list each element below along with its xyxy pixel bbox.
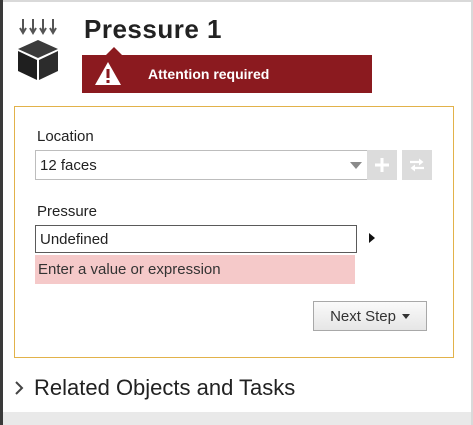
location-select[interactable]: 12 faces [35,150,369,180]
next-step-button[interactable]: Next Step [313,301,427,331]
window-left-border [0,0,3,425]
definition-panel: Location 12 faces Pressure Undefined Ent… [14,106,454,358]
page-title: Pressure 1 [84,14,222,44]
expand-arrow-icon[interactable] [369,233,375,243]
window-top-border [0,0,473,2]
swap-location-button[interactable] [402,150,432,180]
location-label: Location [37,128,94,145]
warning-icon [95,62,121,85]
plus-icon [375,158,389,172]
chevron-down-icon[interactable] [344,151,368,179]
caret-down-icon [401,313,410,319]
pressure-error-message: Enter a value or expression [35,255,355,284]
location-value: 12 faces [40,157,97,174]
related-objects-toggle[interactable]: Related Objects and Tasks [12,373,295,403]
pressure-error-text: Enter a value or expression [38,261,221,278]
add-location-button[interactable] [367,150,397,180]
pressure-value: Undefined [40,231,109,248]
swap-icon [410,158,424,172]
pressure-boundary-icon [18,19,58,80]
pressure-label: Pressure [37,203,98,220]
banner-pointer [106,47,122,55]
bottom-bar [3,412,471,425]
chevron-right-icon [15,381,24,395]
pressure-input[interactable]: Undefined [35,225,357,253]
attention-banner: Attention required [82,47,372,93]
related-objects-label: Related Objects and Tasks [34,375,296,400]
next-step-label: Next Step [330,307,396,325]
attention-text: Attention required [148,66,270,82]
